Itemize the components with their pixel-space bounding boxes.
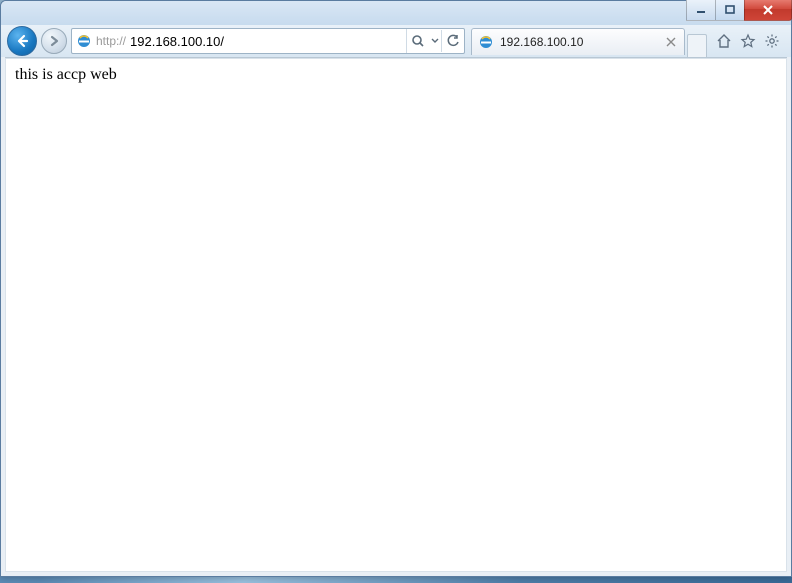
minimize-button[interactable] [686,0,716,21]
home-button[interactable] [715,32,733,50]
chevron-down-icon [431,37,439,45]
window-control-buttons [687,0,792,20]
search-button[interactable] [407,30,429,52]
close-icon [666,37,676,47]
search-icon [411,34,425,48]
gear-icon [764,33,780,49]
ie-logo-icon [76,33,92,49]
close-icon [762,4,774,16]
back-button[interactable] [7,26,37,56]
address-bar-left: http:// 192.168.100.10/ [72,29,228,53]
tab-bar: 192.168.100.10 [471,28,707,54]
ie-window: http:// 192.168.100.10/ [0,0,792,577]
new-tab-button[interactable] [687,34,707,57]
tab-title: 192.168.100.10 [500,35,658,49]
window-titlebar[interactable] [1,1,791,25]
search-dropdown-button[interactable] [429,30,441,52]
browser-tab[interactable]: 192.168.100.10 [471,28,685,55]
refresh-icon [446,34,460,48]
url-scheme-text: http:// [96,34,126,48]
favorites-button[interactable] [739,32,757,50]
tab-close-button[interactable] [664,35,678,49]
arrow-right-icon [47,34,61,48]
page-viewport[interactable]: this is accp web [5,57,787,572]
navigation-bar: http:// 192.168.100.10/ [1,25,791,57]
maximize-icon [724,4,736,16]
tab-favicon-icon [478,34,494,50]
close-button[interactable] [744,0,792,21]
maximize-button[interactable] [715,0,745,21]
home-icon [716,33,732,49]
minimize-icon [695,4,707,16]
tools-button[interactable] [763,32,781,50]
url-host-text: 192.168.100.10/ [130,34,224,49]
address-bar[interactable]: http:// 192.168.100.10/ [71,28,465,54]
star-icon [740,33,756,49]
toolbar-right-icons [711,32,785,50]
address-bar-controls [406,29,464,53]
forward-button[interactable] [41,28,67,54]
address-spacer[interactable] [228,29,406,53]
arrow-left-icon [14,33,30,49]
page-body-text: this is accp web [15,66,117,83]
refresh-button[interactable] [441,30,464,52]
